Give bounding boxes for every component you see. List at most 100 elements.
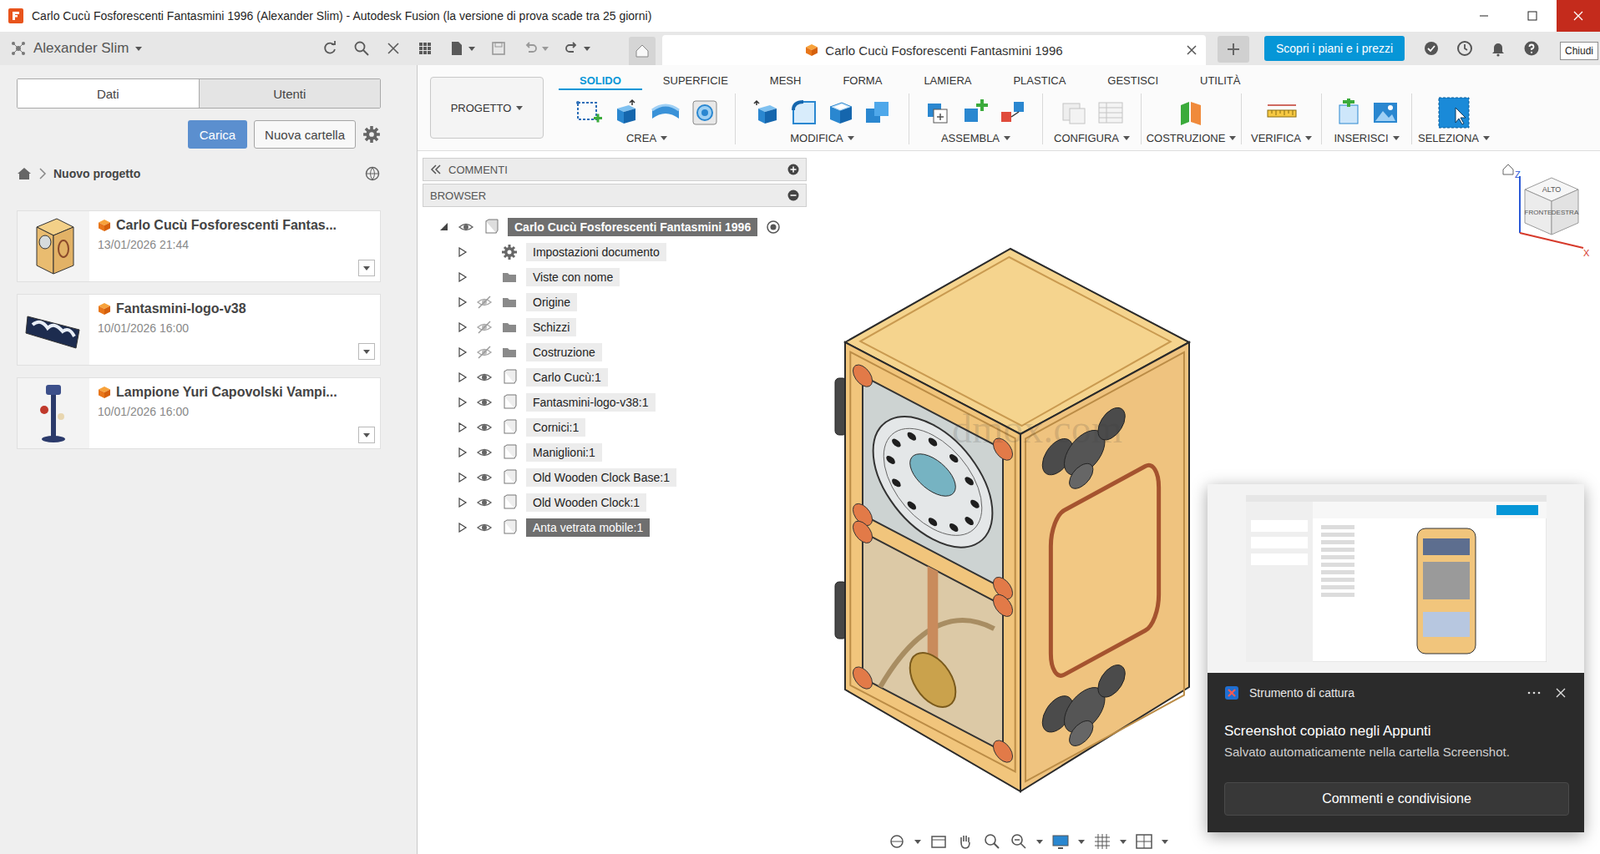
tool-group-menu[interactable]: MODIFICA	[789, 131, 855, 145]
expand-arrow-icon[interactable]	[457, 247, 468, 258]
plane-icon[interactable]	[1177, 98, 1206, 127]
browser-item-label[interactable]: Maniglioni:1	[526, 443, 603, 462]
browser-item[interactable]: Costruzione	[422, 339, 807, 365]
tool-group-menu[interactable]: CONFIGURA	[1053, 131, 1130, 145]
document-tab[interactable]: Carlo Cucù Fosforescenti Fantasmini 1996	[662, 35, 1206, 66]
expand-arrow-icon[interactable]	[457, 447, 468, 458]
panel-tab[interactable]: Dati	[17, 79, 199, 108]
ribbon-tab[interactable]: FORMA	[821, 74, 903, 91]
look-at-icon[interactable]	[929, 832, 948, 851]
notification-button[interactable]: Commenti e condivisione	[1224, 782, 1570, 816]
eye-icon[interactable]	[475, 469, 493, 487]
file-name[interactable]: Carlo Cucù Fosforescenti Fantas...	[97, 217, 372, 233]
eye-icon[interactable]	[475, 519, 493, 537]
jobs-icon[interactable]	[1422, 40, 1440, 57]
settings-gear-icon[interactable]	[362, 125, 381, 144]
caret-icon[interactable]	[1161, 840, 1169, 845]
sketch-icon[interactable]	[575, 98, 604, 127]
orbit-icon[interactable]	[887, 832, 907, 851]
notifications-icon[interactable]	[1489, 40, 1507, 57]
eye-icon[interactable]	[475, 444, 493, 461]
eye-icon[interactable]	[475, 394, 493, 411]
eye-hidden-icon[interactable]	[475, 344, 493, 361]
minimize-panel-icon[interactable]	[787, 189, 800, 202]
user-menu[interactable]: Alexander Slim	[0, 31, 322, 66]
caret-icon[interactable]	[847, 136, 855, 141]
user-name[interactable]: Alexander Slim	[33, 40, 129, 57]
pushpull-icon[interactable]	[753, 98, 782, 127]
caret-icon[interactable]	[914, 840, 922, 845]
canvas-icon[interactable]	[1371, 98, 1400, 127]
browser-item[interactable]: Anta vetrata mobile:1	[422, 515, 807, 541]
shell-icon[interactable]	[826, 98, 856, 127]
caret-icon[interactable]	[1119, 840, 1127, 845]
browser-header[interactable]: BROWSER	[422, 183, 807, 208]
expand-arrow-icon[interactable]	[439, 222, 450, 233]
file-menu-button[interactable]	[358, 426, 375, 444]
caret-icon[interactable]	[363, 349, 370, 355]
model-view[interactable]	[826, 239, 1211, 808]
breadcrumb-item[interactable]: Nuovo progetto	[53, 167, 141, 181]
browser-item-label[interactable]: Schizzi	[526, 318, 577, 337]
browser-item[interactable]: Carlo Cucù:1	[422, 364, 807, 390]
undo-icon[interactable]	[521, 40, 539, 57]
caret-icon[interactable]	[468, 46, 476, 51]
ribbon-tab[interactable]: PLASTICA	[992, 74, 1087, 91]
caret-icon[interactable]	[1305, 136, 1312, 141]
viewcube[interactable]: ALTOFRONTEDESTRAZX	[1499, 161, 1594, 259]
browser-item-label[interactable]: Origine	[526, 293, 578, 312]
expand-arrow-icon[interactable]	[457, 272, 468, 283]
combine-icon[interactable]	[863, 98, 892, 127]
ribbon-tab[interactable]: LAMIERA	[902, 74, 993, 91]
measure-icon[interactable]	[1265, 98, 1299, 127]
file-icon[interactable]	[448, 40, 466, 57]
display-settings-icon[interactable]	[1051, 832, 1070, 851]
expand-arrow-icon[interactable]	[457, 372, 468, 383]
pan-icon[interactable]	[956, 832, 975, 851]
clock-model[interactable]	[826, 239, 1211, 808]
new-folder-button[interactable]: Nuova cartella	[253, 120, 356, 149]
file-card[interactable]: Fantasmini-logo-v3810/01/2026 16:00	[16, 293, 381, 366]
tool-group-menu[interactable]: INSERISCI	[1333, 131, 1399, 145]
select-icon[interactable]	[1437, 96, 1471, 130]
close-panel-icon[interactable]	[384, 40, 402, 57]
redo-menu[interactable]	[563, 40, 591, 57]
tool-group-menu[interactable]: CREA	[626, 131, 668, 145]
browser-item[interactable]: Cornici:1	[422, 415, 807, 441]
tool-group-menu[interactable]: COSTRUZIONE	[1146, 131, 1237, 145]
viewcube-area[interactable]: ALTOFRONTEDESTRAZX	[1499, 161, 1594, 259]
ribbon-tab[interactable]: SUPERFICIE	[642, 74, 750, 91]
revolve-icon[interactable]	[648, 98, 683, 127]
browser-item[interactable]: Origine	[422, 289, 807, 315]
eye-icon[interactable]	[475, 419, 493, 436]
newcomp-icon[interactable]	[925, 98, 954, 127]
workspace-switcher[interactable]: PROGETTO	[430, 76, 544, 139]
caret-icon[interactable]	[363, 266, 370, 271]
ribbon-tab[interactable]: UTILITÀ	[1179, 74, 1261, 91]
browser-item-label[interactable]: Cornici:1	[526, 418, 586, 437]
caret-icon[interactable]	[583, 46, 591, 51]
file-card[interactable]: Lampione Yuri Capovolski Vampi...10/01/2…	[16, 377, 381, 450]
param-icon[interactable]	[1059, 98, 1089, 127]
caret-icon[interactable]	[1229, 136, 1236, 141]
expand-arrow-icon[interactable]	[457, 422, 468, 433]
help-icon[interactable]	[1523, 40, 1540, 57]
dismiss-icon[interactable]	[1552, 684, 1570, 702]
caret-icon[interactable]	[363, 433, 370, 438]
eye-icon[interactable]	[475, 369, 493, 386]
joint-icon[interactable]	[962, 98, 991, 127]
home-icon[interactable]	[16, 166, 32, 182]
expand-arrow-icon[interactable]	[457, 297, 468, 308]
refresh-icon[interactable]	[321, 40, 339, 57]
ribbon-tab[interactable]: MESH	[749, 74, 823, 91]
notification[interactable]: Strumento di catturaScreenshot copiato n…	[1207, 484, 1585, 833]
browser-item[interactable]: Old Wooden Clock:1	[422, 490, 807, 516]
fit-icon[interactable]	[1009, 832, 1028, 851]
file-name[interactable]: Fantasmini-logo-v38	[97, 301, 372, 317]
expand-arrow-icon[interactable]	[457, 472, 468, 483]
align-icon[interactable]	[998, 98, 1028, 127]
tool-group-menu[interactable]: SELEZIONA	[1417, 131, 1490, 145]
expand-arrow-icon[interactable]	[457, 497, 468, 508]
close-tab-icon[interactable]	[1185, 44, 1198, 56]
browser-root-label[interactable]: Carlo Cucù Fosforescenti Fantasmini 1996	[507, 217, 758, 237]
